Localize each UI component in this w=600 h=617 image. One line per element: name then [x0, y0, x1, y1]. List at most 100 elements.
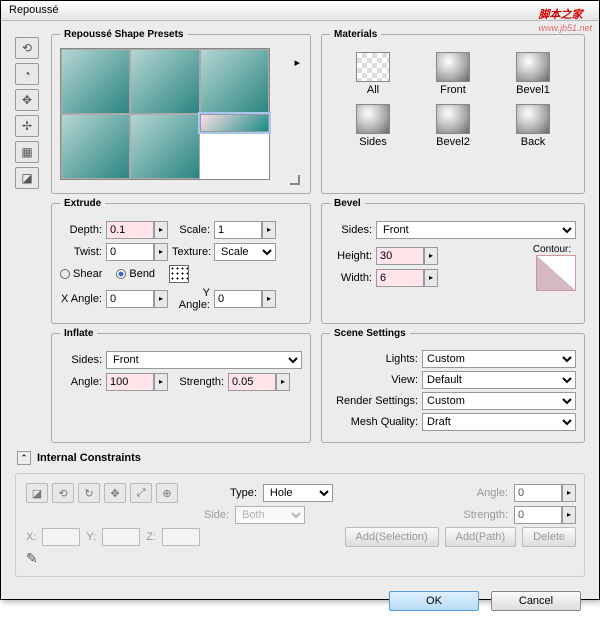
box-icon[interactable]: ◪ — [15, 167, 39, 189]
texture-label: Texture: — [172, 246, 210, 258]
scale-spinner[interactable]: ▸ — [262, 221, 276, 239]
repousse-dialog: Repoussé ⟲ ◔ ✥ ✢ ▦ ◪ Repoussé Shape Pres… — [0, 0, 600, 600]
mesh-icon[interactable]: ▦ — [15, 141, 39, 163]
ic-header: ⌃ Internal Constraints — [15, 447, 585, 469]
preset-6-selected[interactable] — [200, 114, 269, 132]
inflate-str-input[interactable] — [228, 373, 276, 391]
inflate-angle-label: Angle: — [60, 376, 102, 388]
bevel-height-spinner[interactable]: ▸ — [424, 247, 438, 265]
mat-all[interactable] — [356, 52, 390, 82]
xangle-spinner[interactable]: ▸ — [154, 290, 168, 308]
preset-1[interactable] — [61, 49, 130, 114]
presets-group: Repoussé Shape Presets ▸ — [51, 29, 311, 194]
ic-legend: Internal Constraints — [37, 452, 141, 464]
ic-type-select[interactable]: Hole — [263, 484, 333, 502]
inflate-group: Inflate Sides: Front Angle: ▸ Strength: … — [51, 328, 311, 443]
extrude-group: Extrude Depth: ▸ Scale: ▸ Twist: ▸ Textu… — [51, 198, 311, 324]
mat-sides-label: Sides — [359, 136, 387, 148]
z-label: Z: — [146, 531, 156, 543]
contour-swatch[interactable] — [536, 255, 576, 291]
z-input — [162, 528, 200, 546]
cross-icon[interactable]: ✢ — [15, 115, 39, 137]
ic-tool-2-icon[interactable]: ⟲ — [52, 483, 74, 503]
ic-panel: ◪ ⟲ ↻ ✥ ⤢ ⊕ Type: Hole Angle: ▸ Side: Bo… — [15, 473, 585, 577]
inflate-str-spinner[interactable]: ▸ — [276, 373, 290, 391]
mat-bevel2-label: Bevel2 — [436, 136, 470, 148]
bend-radio[interactable]: Bend — [116, 268, 155, 280]
scene-legend: Scene Settings — [330, 328, 410, 339]
ic-tool-3-icon[interactable]: ↻ — [78, 483, 100, 503]
inflate-legend: Inflate — [60, 328, 97, 339]
bevel-width-spinner[interactable]: ▸ — [424, 269, 438, 287]
ok-button[interactable]: OK — [389, 591, 479, 611]
mat-front-label: Front — [440, 84, 466, 96]
preset-grid — [60, 48, 270, 180]
xangle-input[interactable] — [106, 290, 154, 308]
resize-handle-icon[interactable] — [290, 175, 300, 185]
lights-select[interactable]: Custom — [422, 350, 576, 368]
bevel-height-input[interactable] — [376, 247, 424, 265]
preset-flyout-icon[interactable]: ▸ — [294, 56, 300, 69]
inflate-angle-input[interactable] — [106, 373, 154, 391]
yangle-input[interactable] — [214, 290, 262, 308]
scale-input[interactable] — [214, 221, 262, 239]
render-label: Render Settings: — [330, 395, 418, 407]
pattern-icon[interactable] — [169, 265, 189, 283]
mat-all-label: All — [367, 84, 379, 96]
texture-select[interactable]: Scale — [214, 243, 276, 261]
mat-back[interactable] — [516, 104, 550, 134]
shear-radio[interactable]: Shear — [60, 268, 102, 280]
mat-bevel2[interactable] — [436, 104, 470, 134]
bevel-width-input[interactable] — [376, 269, 424, 287]
presets-legend: Repoussé Shape Presets — [60, 29, 188, 40]
mat-back-label: Back — [521, 136, 545, 148]
mat-sides[interactable] — [356, 104, 390, 134]
inflate-sides-select[interactable]: Front — [106, 351, 302, 369]
bevel-legend: Bevel — [330, 198, 365, 209]
title: Repoussé — [1, 1, 599, 21]
move-icon[interactable]: ✥ — [15, 89, 39, 111]
render-select[interactable]: Custom — [422, 392, 576, 410]
yangle-spinner[interactable]: ▸ — [262, 290, 276, 308]
ic-tool-4-icon[interactable]: ✥ — [104, 483, 126, 503]
ic-type-label: Type: — [230, 487, 257, 499]
preset-3[interactable] — [200, 49, 269, 114]
rotate-icon[interactable]: ⟲ — [15, 37, 39, 59]
ic-side-label: Side: — [204, 509, 229, 521]
inflate-angle-spinner[interactable]: ▸ — [154, 373, 168, 391]
bevel-sides-label: Sides: — [330, 224, 372, 236]
view-label: View: — [330, 374, 418, 386]
x-input — [42, 528, 80, 546]
view-select[interactable]: Default — [422, 371, 576, 389]
ic-str-input — [514, 506, 562, 524]
preset-4[interactable] — [61, 114, 130, 179]
preset-5[interactable] — [130, 114, 199, 179]
mat-bevel1[interactable] — [516, 52, 550, 82]
depth-spinner[interactable]: ▸ — [154, 221, 168, 239]
preset-2[interactable] — [130, 49, 199, 114]
watermark-t: 脚本之家 — [538, 9, 582, 21]
materials-group: Materials All Front Bevel1 Sides Bevel2 … — [321, 29, 585, 194]
tool-column: ⟲ ◔ ✥ ✢ ▦ ◪ — [15, 29, 41, 194]
yangle-label: Y Angle: — [172, 287, 210, 311]
bevel-height-label: Height: — [330, 250, 372, 262]
bevel-group: Bevel Sides: Front Height: ▸ Width: ▸ Co… — [321, 198, 585, 324]
add-selection-button: Add(Selection) — [345, 527, 439, 547]
mat-front[interactable] — [436, 52, 470, 82]
bevel-sides-select[interactable]: Front — [376, 221, 576, 239]
mesh-select[interactable]: Draft — [422, 413, 576, 431]
ic-collapse-icon[interactable]: ⌃ — [17, 451, 31, 465]
twist-label: Twist: — [60, 246, 102, 258]
ic-tool-5-icon[interactable]: ⤢ — [130, 483, 152, 503]
watermark-u: www.jb51.net — [538, 23, 592, 33]
twist-spinner[interactable]: ▸ — [154, 243, 168, 261]
materials-legend: Materials — [330, 29, 381, 40]
ic-tool-6-icon[interactable]: ⊕ — [156, 483, 178, 503]
twist-input[interactable] — [106, 243, 154, 261]
depth-input[interactable] — [106, 221, 154, 239]
ic-tool-1-icon[interactable]: ◪ — [26, 483, 48, 503]
eraser-icon[interactable]: ✎ — [26, 550, 38, 567]
cancel-button[interactable]: Cancel — [491, 591, 581, 611]
ic-str-spinner: ▸ — [562, 506, 576, 524]
orbit-icon[interactable]: ◔ — [15, 63, 39, 85]
